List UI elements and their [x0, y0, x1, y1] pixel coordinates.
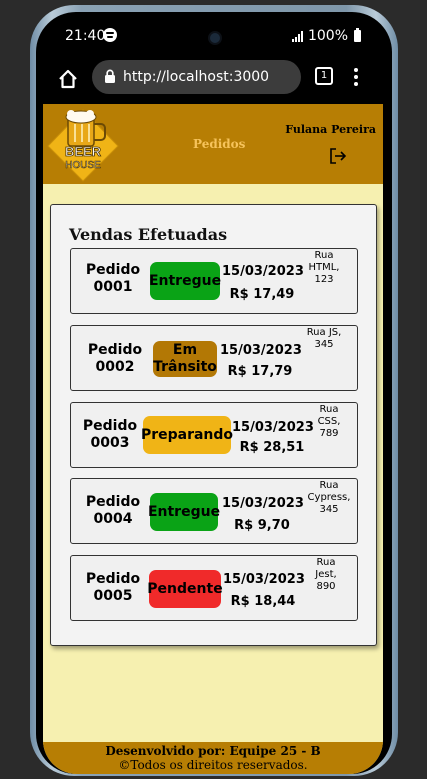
footer-rights: ©Todos os direitos reservados. [118, 758, 308, 772]
status-badge: Entregue [149, 262, 221, 300]
order-label: Pedido [85, 571, 141, 587]
spotify-icon [103, 28, 117, 42]
phone-screen: 21:40 100% http://localhost:3000 1 BEER … [43, 18, 383, 774]
logout-icon[interactable] [329, 147, 347, 165]
home-icon[interactable] [57, 68, 79, 90]
order-address: Rua HTML, 123 [308, 250, 340, 285]
order-card[interactable]: Pedido 0003 Preparando 15/03/2023 R$ 28,… [70, 402, 358, 468]
order-price: R$ 9,70 [234, 518, 290, 533]
order-id: Pedido 0001 [81, 262, 145, 296]
order-label: Pedido [85, 262, 141, 278]
url-text[interactable]: http://localhost:3000 [123, 69, 269, 85]
order-address: Rua JS, 345 [306, 327, 342, 350]
address-bar[interactable]: http://localhost:3000 [92, 60, 301, 94]
order-price: R$ 17,49 [229, 287, 295, 302]
beer-house-logo[interactable]: BEER HOUSE [46, 106, 120, 182]
nav-link-pedidos[interactable]: Pedidos [193, 137, 245, 151]
footer-credits: Desenvolvido por: Equipe 25 - B [105, 744, 321, 758]
status-indicators: 100% [291, 28, 361, 44]
order-date: 15/03/2023 [222, 496, 304, 511]
order-card[interactable]: Pedido 0002 Em Trânsito 15/03/2023 R$ 17… [70, 325, 358, 391]
order-price: R$ 18,44 [230, 594, 296, 609]
order-label: Pedido [85, 494, 141, 510]
order-address: Rua Cypress, 345 [307, 480, 351, 515]
order-number: 0003 [90, 435, 130, 451]
status-bar: 21:40 100% [43, 18, 383, 56]
tab-switcher-button[interactable]: 1 [315, 67, 333, 85]
order-number: 0002 [95, 359, 135, 375]
svg-text:HOUSE: HOUSE [65, 160, 101, 171]
battery-level: 100% [307, 28, 348, 44]
status-badge: Preparando [141, 416, 233, 454]
status-badge: Pendente [147, 570, 223, 608]
order-id: Pedido 0005 [81, 571, 145, 605]
status-badge: Em Trânsito [153, 341, 217, 377]
order-card[interactable]: Pedido 0005 Pendente 15/03/2023 R$ 18,44… [70, 555, 358, 621]
order-id: Pedido 0002 [83, 342, 147, 376]
order-number: 0001 [93, 279, 133, 295]
order-date: 15/03/2023 [222, 264, 304, 279]
app-footer: Desenvolvido por: Equipe 25 - B ©Todos o… [43, 742, 383, 774]
order-id: Pedido 0004 [81, 494, 145, 528]
order-date: 15/03/2023 [220, 343, 302, 358]
order-date: 15/03/2023 [232, 420, 314, 435]
order-price: R$ 28,51 [239, 440, 305, 455]
order-date: 15/03/2023 [223, 572, 305, 587]
front-camera [208, 31, 222, 45]
browser-menu-icon[interactable] [354, 68, 358, 89]
sales-card: Vendas Efetuadas Pedido 0001 Entregue 15… [50, 204, 377, 646]
order-price: R$ 17,79 [227, 364, 293, 379]
order-address: Rua CSS, 789 [317, 404, 341, 439]
order-number: 0005 [93, 588, 133, 604]
browser-toolbar: http://localhost:3000 1 [43, 56, 383, 104]
order-label: Pedido [82, 418, 138, 434]
app-page: BEER HOUSE Pedidos Fulana Pereira Vendas… [43, 104, 383, 774]
user-name: Fulana Pereira [285, 123, 376, 136]
page-title: Vendas Efetuadas [69, 225, 228, 244]
order-card[interactable]: Pedido 0004 Entregue 15/03/2023 R$ 9,70 … [70, 478, 358, 544]
order-id: Pedido 0003 [78, 418, 142, 452]
lock-icon [105, 69, 115, 83]
order-label: Pedido [87, 342, 143, 358]
battery-icon [354, 28, 361, 42]
status-time: 21:40 [65, 28, 106, 44]
app-header: BEER HOUSE Pedidos Fulana Pereira [43, 104, 383, 184]
svg-text:BEER: BEER [65, 144, 102, 159]
status-badge: Entregue [148, 493, 220, 531]
order-number: 0004 [93, 511, 133, 527]
order-address: Rua Jest, 890 [315, 557, 337, 592]
signal-icon [291, 30, 304, 42]
order-card[interactable]: Pedido 0001 Entregue 15/03/2023 R$ 17,49… [70, 248, 358, 314]
